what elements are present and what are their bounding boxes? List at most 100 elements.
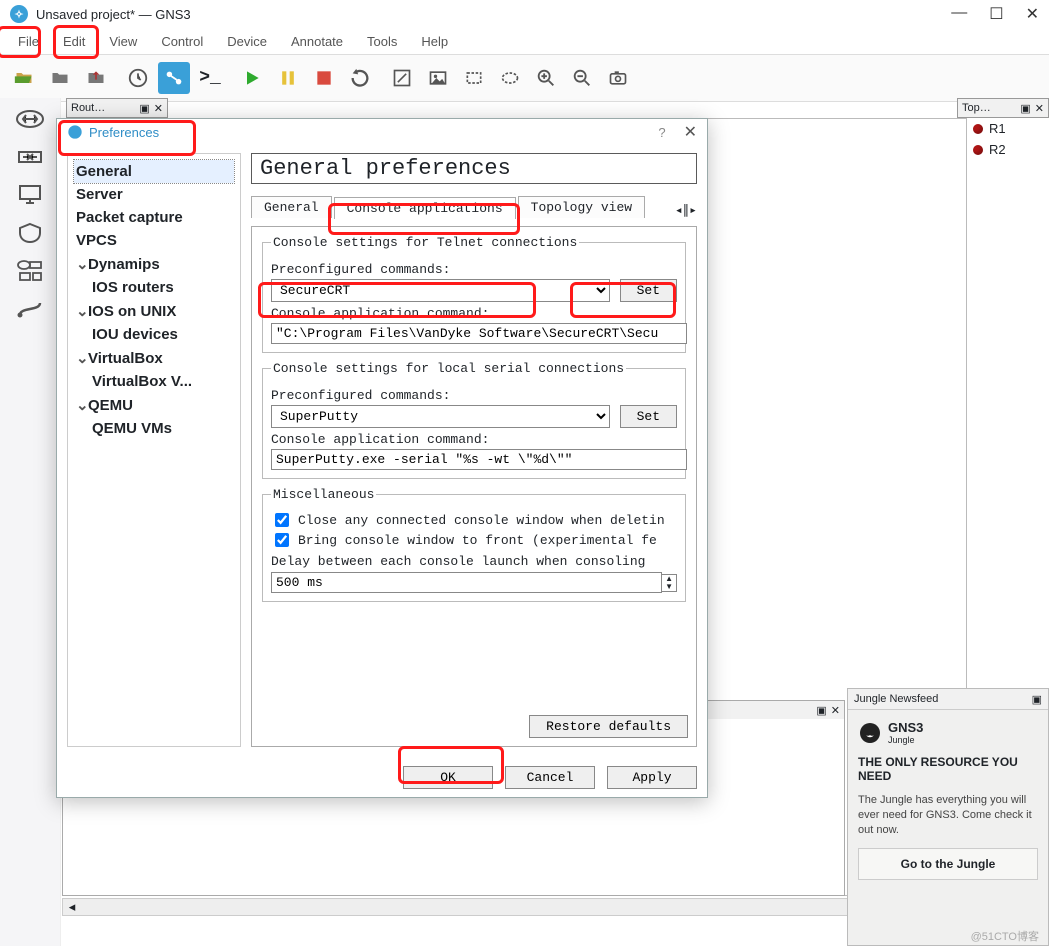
dock-float-icon[interactable]: ▣ bbox=[1032, 693, 1042, 706]
ellipse-icon[interactable] bbox=[494, 62, 526, 94]
network-icon[interactable] bbox=[158, 62, 190, 94]
misc-delay-input[interactable] bbox=[271, 572, 662, 593]
apply-button[interactable]: Apply bbox=[607, 766, 697, 789]
dock-float-icon[interactable]: ▣ bbox=[139, 102, 149, 115]
menu-edit[interactable]: Edit bbox=[51, 30, 97, 53]
switch-icon[interactable] bbox=[8, 140, 52, 174]
jungle-brand: GNS3Jungle bbox=[858, 720, 1038, 745]
spin-down-icon[interactable]: ▼ bbox=[662, 583, 676, 591]
zoom-in-icon[interactable] bbox=[530, 62, 562, 94]
preferences-tabs: General Console applications Topology vi… bbox=[251, 192, 697, 218]
dock-topology[interactable]: Top… ▣ ✕ bbox=[957, 98, 1049, 118]
app-logo-icon: ✧ bbox=[10, 5, 28, 23]
tab-general[interactable]: General bbox=[251, 196, 332, 218]
open-folder2-icon[interactable] bbox=[44, 62, 76, 94]
dock-float-icon[interactable]: ▣ bbox=[816, 704, 826, 717]
window-title: Unsaved project* — GNS3 bbox=[36, 7, 191, 22]
misc-front-checkbox[interactable] bbox=[275, 533, 289, 547]
cancel-button[interactable]: Cancel bbox=[505, 766, 595, 789]
jungle-headline: THE ONLY RESOURCE YOU NEED bbox=[858, 755, 1038, 783]
menu-control[interactable]: Control bbox=[149, 30, 215, 53]
misc-close-checkbox[interactable] bbox=[275, 513, 289, 527]
menu-view[interactable]: View bbox=[97, 30, 149, 53]
dock-close-icon[interactable]: ✕ bbox=[831, 704, 840, 717]
firewall-icon[interactable] bbox=[8, 216, 52, 250]
image-icon[interactable] bbox=[422, 62, 454, 94]
rect-icon[interactable] bbox=[458, 62, 490, 94]
legend-serial: Console settings for local serial connec… bbox=[271, 361, 626, 376]
import-icon[interactable] bbox=[80, 62, 112, 94]
note-icon[interactable] bbox=[386, 62, 418, 94]
all-devices-icon[interactable] bbox=[8, 254, 52, 288]
menu-file[interactable]: File bbox=[6, 30, 51, 53]
jungle-title: Jungle Newsfeed bbox=[854, 693, 938, 705]
serial-cmd-input[interactable] bbox=[271, 449, 687, 470]
spin-buttons[interactable]: ▲▼ bbox=[662, 574, 677, 592]
preferences-tree[interactable]: General Server Packet capture VPCS ⌄Dyna… bbox=[67, 153, 241, 747]
topo-node-r2[interactable]: R2 bbox=[967, 139, 1049, 160]
tree-server[interactable]: Server bbox=[74, 183, 234, 206]
pc-icon[interactable] bbox=[8, 178, 52, 212]
tree-virtualbox[interactable]: ⌄VirtualBox bbox=[74, 346, 234, 370]
router-icon[interactable] bbox=[8, 102, 52, 136]
open-folder-icon[interactable] bbox=[8, 62, 40, 94]
telnet-set-button[interactable]: Set bbox=[620, 279, 677, 302]
topo-node-label: R1 bbox=[989, 121, 1006, 136]
jungle-brand-sub: Jungle bbox=[888, 735, 923, 745]
jungle-body-text: The Jungle has everything you will ever … bbox=[858, 793, 1038, 838]
tabs-scroll[interactable]: ◂∥▸ bbox=[675, 203, 697, 218]
tree-general[interactable]: General bbox=[74, 160, 234, 183]
tree-iou-devices[interactable]: IOU devices bbox=[74, 323, 234, 346]
preferences-right: General preferences General Console appl… bbox=[251, 153, 697, 747]
minimize-icon[interactable]: — bbox=[951, 4, 967, 24]
tree-qemu[interactable]: ⌄QEMU bbox=[74, 393, 234, 417]
canvas-hscrollbar[interactable]: ◂▸ bbox=[62, 898, 967, 916]
tab-pane-console: Console settings for Telnet connections … bbox=[251, 226, 697, 747]
maximize-icon[interactable]: ☐ bbox=[989, 4, 1003, 24]
tree-vpcs[interactable]: VPCS bbox=[74, 229, 234, 252]
misc-close-check[interactable]: Close any connected console window when … bbox=[271, 510, 677, 530]
play-icon[interactable] bbox=[236, 62, 268, 94]
menu-help[interactable]: Help bbox=[409, 30, 460, 53]
help-icon[interactable]: ? bbox=[658, 125, 665, 140]
dock-routers-title: Rout… bbox=[71, 102, 105, 114]
close-icon[interactable]: ✕ bbox=[684, 122, 697, 142]
close-icon[interactable]: ✕ bbox=[1026, 4, 1039, 24]
dock-topology-title: Top… bbox=[962, 102, 991, 114]
tree-packet-capture[interactable]: Packet capture bbox=[74, 206, 234, 229]
dock-close-icon[interactable]: ✕ bbox=[154, 102, 163, 115]
menu-device[interactable]: Device bbox=[215, 30, 279, 53]
tab-console-applications[interactable]: Console applications bbox=[334, 197, 516, 219]
tree-ios-on-unix[interactable]: ⌄IOS on UNIX bbox=[74, 299, 234, 323]
link-icon[interactable] bbox=[8, 292, 52, 326]
dock-close-icon[interactable]: ✕ bbox=[1035, 102, 1044, 115]
serial-set-button[interactable]: Set bbox=[620, 405, 677, 428]
menu-tools[interactable]: Tools bbox=[355, 30, 409, 53]
tree-dynamips[interactable]: ⌄Dynamips bbox=[74, 252, 234, 276]
tree-virtualbox-vms[interactable]: VirtualBox V... bbox=[74, 370, 234, 393]
restore-defaults-button[interactable]: Restore defaults bbox=[529, 715, 688, 738]
topology-panel: R1 R2 bbox=[966, 118, 1049, 688]
tree-qemu-vms[interactable]: QEMU VMs bbox=[74, 417, 234, 440]
misc-delay-label: Delay between each console launch when c… bbox=[271, 554, 677, 569]
misc-front-check[interactable]: Bring console window to front (experimen… bbox=[271, 530, 677, 550]
console-icon[interactable]: >_ bbox=[194, 62, 226, 94]
camera-icon[interactable] bbox=[602, 62, 634, 94]
telnet-cmd-input[interactable] bbox=[271, 323, 687, 344]
serial-preconf-select[interactable]: SuperPutty bbox=[271, 405, 610, 428]
tree-ios-routers[interactable]: IOS routers bbox=[74, 276, 234, 299]
zoom-out-icon[interactable] bbox=[566, 62, 598, 94]
clock-icon[interactable] bbox=[122, 62, 154, 94]
topo-node-r1[interactable]: R1 bbox=[967, 118, 1049, 139]
ok-button[interactable]: OK bbox=[403, 766, 493, 789]
telnet-preconf-select[interactable]: SecureCRT bbox=[271, 279, 610, 302]
menu-annotate[interactable]: Annotate bbox=[279, 30, 355, 53]
pause-icon[interactable] bbox=[272, 62, 304, 94]
dock-float-icon[interactable]: ▣ bbox=[1020, 102, 1030, 115]
dock-routers[interactable]: Rout… ▣ ✕ bbox=[66, 98, 168, 118]
jungle-cta-button[interactable]: Go to the Jungle bbox=[858, 848, 1038, 880]
reload-icon[interactable] bbox=[344, 62, 376, 94]
jungle-brand-label: GNS3 bbox=[888, 720, 923, 735]
stop-icon[interactable] bbox=[308, 62, 340, 94]
tab-topology-view[interactable]: Topology view bbox=[518, 196, 645, 218]
